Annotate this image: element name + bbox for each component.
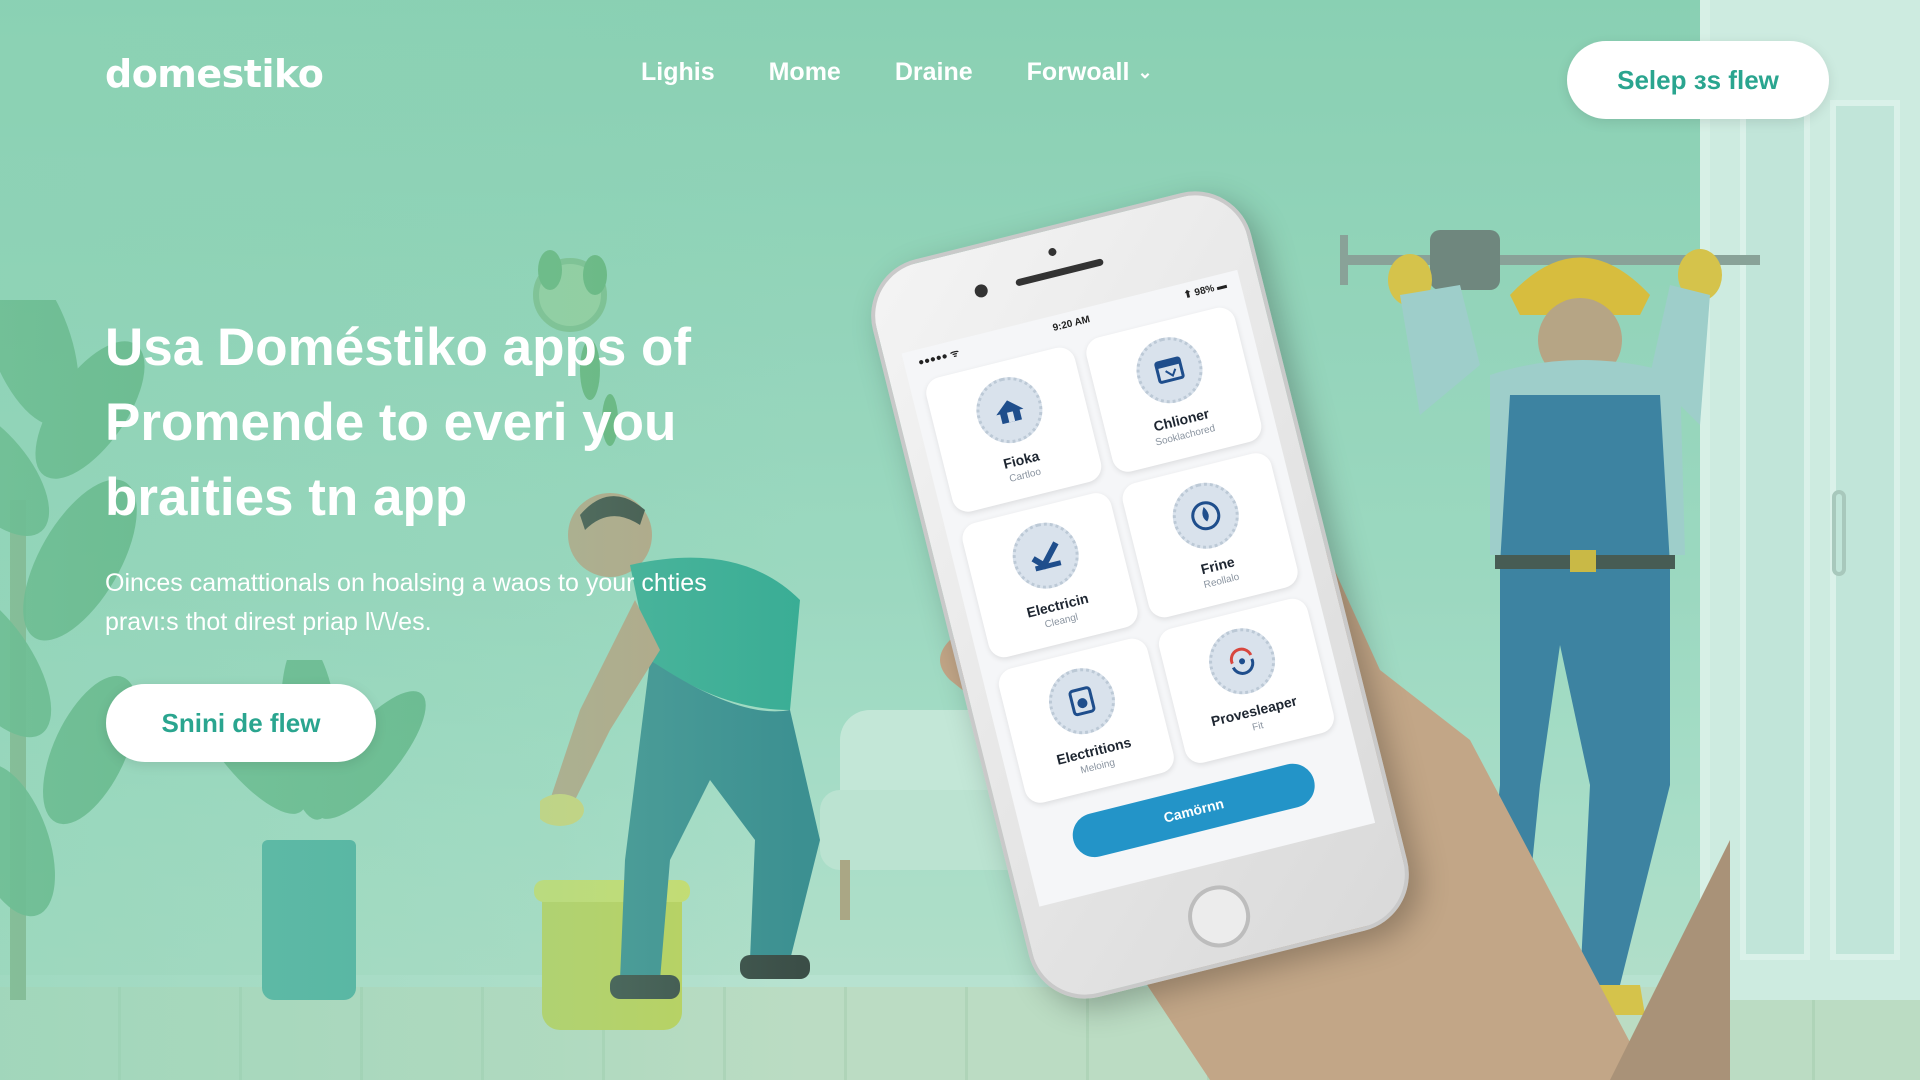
nav-item-label: Lighis (641, 58, 715, 86)
checkmark-icon (1005, 515, 1086, 596)
hero-title: Usa Doméstiko apps of Promende to everi … (105, 318, 692, 527)
house-icon (968, 370, 1049, 451)
service-tile[interactable]: Chlioner Sooklachored (1082, 304, 1265, 476)
nav-item-draine[interactable]: Draine (895, 58, 973, 87)
status-time: 9:20 AM (1051, 313, 1092, 334)
window-icon (1129, 330, 1210, 411)
header-cta-button[interactable]: Selep ɜs flew (1567, 41, 1829, 119)
nav-item-label: Forwoall (1026, 58, 1130, 86)
service-tile[interactable]: Electritions Meloing (995, 635, 1178, 807)
service-tile[interactable]: Frine Reollalo (1119, 449, 1302, 621)
service-tile-subtitle: Fit (1251, 720, 1265, 734)
nav-item-forwoall-dropdown[interactable]: Forwoall ⌄ (1027, 58, 1153, 87)
brand-logo[interactable]: domestiko (105, 52, 324, 96)
hero-cta-button[interactable]: Snini de flew (106, 684, 376, 762)
left-gradient-overlay (0, 0, 800, 1080)
window-handle (1832, 490, 1846, 576)
hero-subtitle: Oinces camattionals on hoalsing a waos t… (105, 569, 707, 636)
service-tile[interactable]: Electricin Cleangl (959, 489, 1141, 661)
chevron-down-icon: ⌄ (1137, 62, 1153, 82)
service-tile[interactable]: Provesleaper Fit (1155, 595, 1338, 767)
main-nav: Lighis Mome Draine Forwoall ⌄ (641, 58, 1207, 87)
appliance-icon (1041, 661, 1122, 742)
nav-item-lighis[interactable]: Lighis (641, 58, 715, 87)
service-tile[interactable]: Fioka Cartloo (922, 344, 1105, 516)
refresh-icon (1201, 621, 1282, 702)
nav-item-label: Draine (894, 58, 973, 86)
drop-icon (1165, 475, 1246, 556)
nav-item-label: Mome (768, 58, 841, 86)
nav-item-mome[interactable]: Mome (769, 58, 841, 87)
